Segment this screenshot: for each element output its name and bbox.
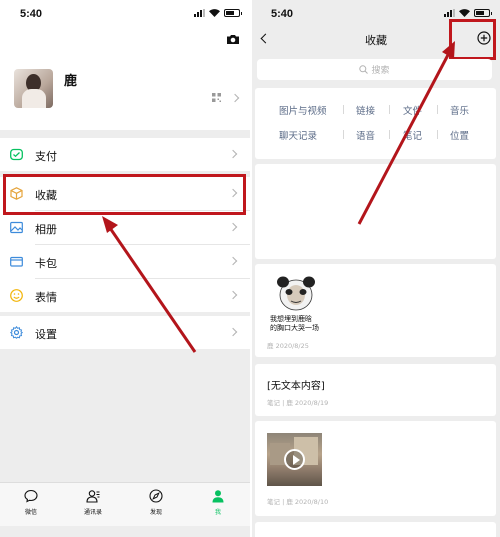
menu-group-pay: 支付 [0,138,250,171]
gear-icon [10,326,23,339]
menu-label-stickers: 表情 [35,291,57,304]
menu-label-cards: 卡包 [35,257,57,270]
filter-voice[interactable]: 语音 [356,128,375,142]
menu-item-cards[interactable]: 卡包 [0,245,250,278]
chevron-right-icon [228,149,238,159]
menu-group-settings: 设置 [0,316,250,349]
status-icons [444,9,492,17]
wallet-icon [10,148,23,161]
filter-divider [437,105,438,114]
search-icon [359,65,369,74]
battery-icon [474,9,492,17]
filter-notes[interactable]: 笔记 [403,128,422,142]
menu-item-pay[interactable]: 支付 [0,138,250,171]
search-placeholder-wrap: 搜索 [257,63,492,76]
item-meta: 笔记 | 鹿 2020/8/19 [267,399,329,407]
signal-icon [194,9,205,17]
filter-row-2: 聊天记录 语音 笔记 位置 [255,128,496,142]
meme-caption-line-2: 的胸口大哭一场 [270,324,319,332]
filter-divider [389,130,390,139]
profile-header[interactable]: 5:40 鹿 [0,0,250,130]
video-thumbnail [267,433,322,486]
filter-music[interactable]: 音乐 [450,103,469,117]
camera-icon[interactable] [226,34,240,45]
list-item-empty[interactable] [255,164,496,259]
menu-item-stickers[interactable]: 表情 [0,279,250,312]
filter-location[interactable]: 位置 [450,128,469,142]
filter-row-1: 图片与视频 链接 文件 音乐 [255,103,496,117]
filter-divider [343,105,344,114]
add-button-highlight-box [449,19,496,60]
note-title: [无文本内容] [267,381,325,392]
signal-icon [444,9,455,17]
profile-name: 鹿 [64,74,78,89]
status-time: 5:40 [20,8,43,20]
person-icon [212,490,224,503]
menu-item-settings[interactable]: 设置 [0,316,250,349]
filter-chat-history[interactable]: 聊天记录 [279,128,317,142]
wifi-icon [209,9,220,17]
list-item-meme[interactable]: 我想埋到鹿晗 的胸口大哭一场 鹿 2020/8/25 [255,264,496,357]
tab-bar: 微信 通讯录 发现 我 [0,482,250,526]
tab-label-chats: 微信 [24,509,37,516]
item-meta: 鹿 2020/8/25 [267,342,309,350]
image-icon [10,221,23,234]
chevron-right-icon [230,93,240,103]
wifi-icon [459,9,470,17]
play-icon [284,449,305,470]
favorites-highlight-box [3,174,246,215]
list-item-note[interactable]: [无文本内容] 笔记 | 鹿 2020/8/19 [255,364,496,416]
chevron-right-icon [228,256,238,266]
status-time: 5:40 [271,8,294,20]
filter-files[interactable]: 文件 [403,103,422,117]
contacts-icon [86,490,100,503]
smiley-icon [10,289,23,302]
tab-chats[interactable]: 微信 [11,489,51,516]
compass-icon [149,489,163,503]
chevron-right-icon [228,222,238,232]
qr-code-icon[interactable] [212,93,221,102]
chat-bubble-icon [24,489,38,503]
menu-label-album: 相册 [35,223,57,236]
filter-card: 图片与视频 链接 文件 音乐 聊天记录 语音 笔记 位置 [255,88,496,159]
menu-label-pay: 支付 [35,150,57,163]
tab-label-contacts: 通讯录 [83,509,102,516]
tab-label-me: 我 [214,509,221,516]
panda-meme-image [277,276,315,311]
right-screen: 5:40 收藏 搜索 图片与视频 链接 文件 音乐 聊天记录 语音 笔记 位置 … [252,0,500,537]
menu-label-settings: 设置 [35,328,57,341]
filter-divider [389,105,390,114]
avatar[interactable] [14,69,53,108]
filter-divider [437,130,438,139]
tab-label-discover: 发现 [149,509,162,516]
tab-contacts[interactable]: 通讯录 [73,489,113,516]
chevron-right-icon [228,290,238,300]
card-icon [10,256,23,267]
left-screen: 5:40 鹿 支付 收藏 相册 卡包 表情 设置 微信 通讯录 发现 我 [0,0,250,537]
tab-discover[interactable]: 发现 [136,489,176,516]
menu-item-album[interactable]: 相册 [0,211,250,244]
chevron-right-icon [228,327,238,337]
meme-caption-line-1: 我想埋到鹿晗 [270,315,312,323]
search-placeholder: 搜索 [371,66,390,76]
filter-photos-videos[interactable]: 图片与视频 [279,103,327,117]
status-bar: 5:40 [0,0,250,30]
status-icons [194,9,242,17]
list-item-video[interactable]: 笔记 | 鹿 2020/8/10 [255,421,496,516]
filter-links[interactable]: 链接 [356,103,375,117]
tab-me[interactable]: 我 [198,489,238,516]
search-bar[interactable]: 搜索 [257,59,492,80]
list-item-partial[interactable] [255,522,496,537]
battery-icon [224,9,242,17]
filter-divider [343,130,344,139]
item-meta: 笔记 | 鹿 2020/8/10 [267,498,329,506]
